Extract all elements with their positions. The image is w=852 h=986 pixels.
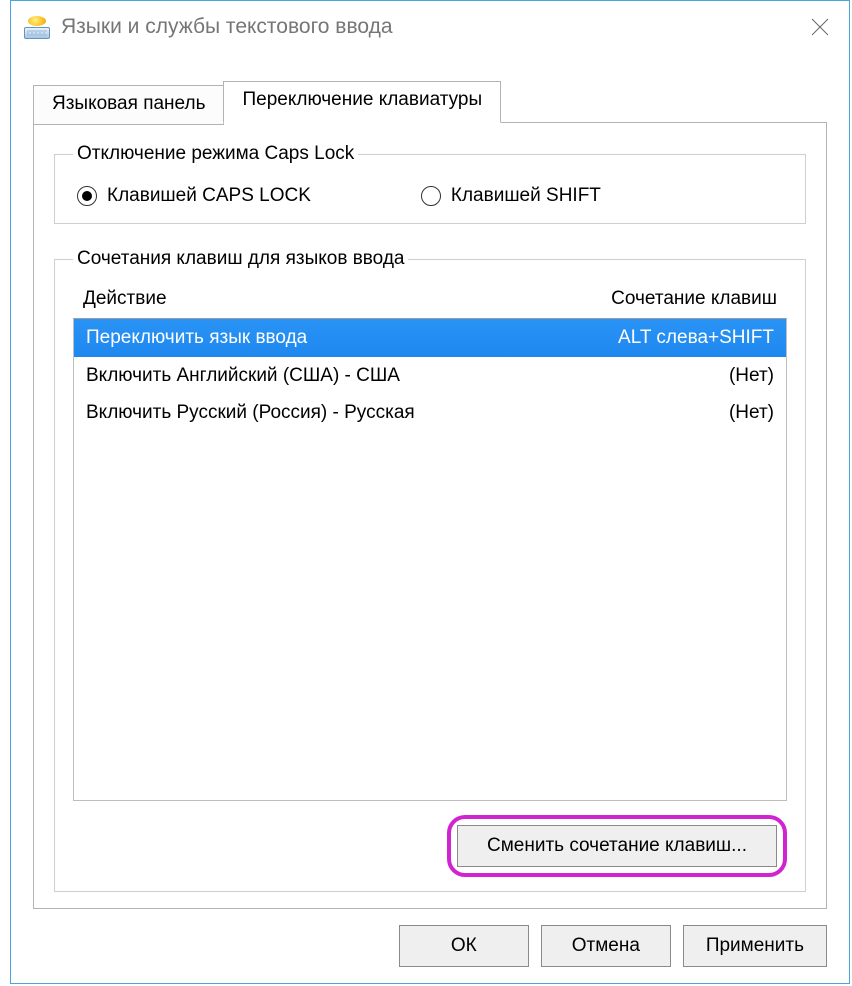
cancel-button[interactable]: Отмена	[541, 925, 671, 967]
list-item-shortcut: (Нет)	[534, 400, 774, 426]
tab-label: Языковая панель	[52, 93, 205, 114]
list-item-action: Переключить язык ввода	[86, 325, 534, 351]
window-title: Языки и службы текстового ввода	[61, 15, 797, 39]
tab-panel: Отключение режима Caps Lock Клавишей CAP…	[33, 122, 827, 909]
group-capslock-off: Отключение режима Caps Lock Клавишей CAP…	[54, 143, 806, 224]
change-shortcut-button[interactable]: Сменить сочетание клавиш...	[457, 825, 777, 867]
radio-icon	[77, 186, 97, 206]
tab-keyboard-switch[interactable]: Переключение клавиатуры	[223, 81, 501, 123]
radio-label: Клавишей CAPS LOCK	[107, 185, 311, 207]
tab-label: Переключение клавиатуры	[242, 89, 482, 110]
radio-icon	[421, 186, 441, 206]
highlight-ring: Сменить сочетание клавиш...	[447, 815, 787, 877]
tab-language-panel[interactable]: Языковая панель	[33, 85, 224, 125]
titlebar: Языки и службы текстового ввода	[11, 1, 849, 53]
ok-button[interactable]: ОК	[399, 925, 529, 967]
radio-capslock-key[interactable]: Клавишей CAPS LOCK	[77, 185, 311, 207]
dialog-window: Языки и службы текстового ввода Языковая…	[10, 0, 850, 984]
list-item[interactable]: Переключить язык ввода ALT слева+SHIFT	[74, 319, 786, 357]
close-icon	[811, 18, 829, 36]
list-item[interactable]: Включить Английский (США) - США (Нет)	[74, 357, 786, 395]
list-header: Действие Сочетание клавиш	[73, 284, 787, 318]
apply-button[interactable]: Применить	[683, 925, 827, 967]
client-area: Языковая панель Переключение клавиатуры …	[11, 53, 849, 983]
app-icon	[23, 15, 51, 39]
group-label: Сочетания клавиш для языков ввода	[73, 248, 408, 270]
radio-row: Клавишей CAPS LOCK Клавишей SHIFT	[73, 179, 787, 207]
shortcut-listbox[interactable]: Переключить язык ввода ALT слева+SHIFT В…	[73, 318, 787, 801]
below-list-row: Сменить сочетание клавиш...	[73, 815, 787, 877]
radio-shift-key[interactable]: Клавишей SHIFT	[421, 185, 601, 207]
header-shortcut: Сочетание клавиш	[537, 288, 777, 310]
close-button[interactable]	[797, 4, 843, 50]
list-item-shortcut: (Нет)	[534, 363, 774, 389]
dialog-button-bar: ОК Отмена Применить	[33, 909, 827, 971]
list-item-action: Включить Русский (Россия) - Русская	[86, 400, 534, 426]
radio-label: Клавишей SHIFT	[451, 185, 601, 207]
group-label: Отключение режима Caps Lock	[73, 143, 358, 165]
header-action: Действие	[83, 288, 537, 310]
list-item[interactable]: Включить Русский (Россия) - Русская (Нет…	[74, 394, 786, 432]
tabstrip: Языковая панель Переключение клавиатуры	[33, 81, 827, 123]
group-input-shortcuts: Сочетания клавиш для языков ввода Действ…	[54, 248, 806, 892]
list-item-action: Включить Английский (США) - США	[86, 363, 534, 389]
list-item-shortcut: ALT слева+SHIFT	[534, 325, 774, 351]
